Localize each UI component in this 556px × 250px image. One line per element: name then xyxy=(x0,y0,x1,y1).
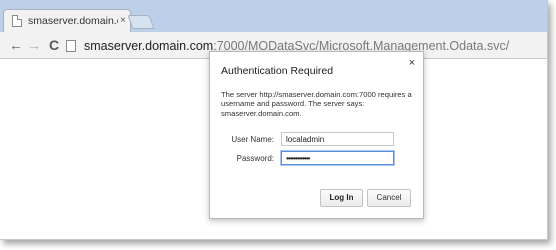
tab-strip: smaserver.domain.com:70 × xyxy=(0,0,547,32)
password-field[interactable]: ••••••••••••• xyxy=(281,151,394,165)
close-icon[interactable]: × xyxy=(409,57,415,69)
log-in-button[interactable]: Log In xyxy=(320,189,363,207)
reload-icon[interactable]: C xyxy=(46,37,62,53)
authentication-dialog: × Authentication Required The server htt… xyxy=(209,51,424,219)
cancel-button[interactable]: Cancel xyxy=(367,189,411,207)
dialog-message: The server http://smaserver.domain.com:7… xyxy=(221,90,412,118)
browser-window: smaserver.domain.com:70 × ← → C smaserve… xyxy=(0,0,548,240)
username-label: User Name: xyxy=(231,135,274,144)
tab-close-icon[interactable]: × xyxy=(120,16,126,26)
new-tab-button[interactable] xyxy=(127,15,155,29)
page-icon xyxy=(66,39,76,52)
back-arrow-icon[interactable]: ← xyxy=(8,37,24,53)
dialog-title: Authentication Required xyxy=(221,65,334,77)
tab-title: smaserver.domain.com:70 xyxy=(28,15,118,27)
browser-tab[interactable]: smaserver.domain.com:70 × xyxy=(3,9,131,32)
forward-arrow-icon[interactable]: → xyxy=(26,37,42,53)
password-label: Password: xyxy=(236,154,274,163)
url-host: smaserver.domain.com xyxy=(84,38,214,53)
username-field[interactable]: localadmin xyxy=(281,132,394,146)
page-icon xyxy=(12,15,22,27)
